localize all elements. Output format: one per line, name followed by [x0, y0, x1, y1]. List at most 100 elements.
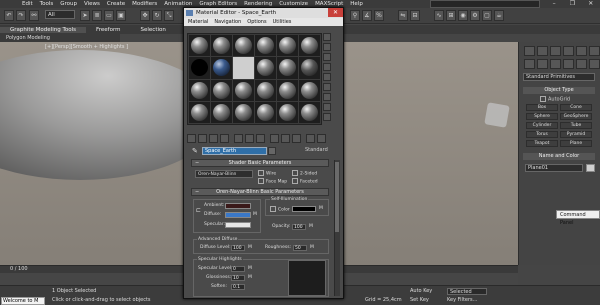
sample-slot[interactable] [233, 79, 254, 101]
ambient-color-swatch[interactable] [225, 203, 251, 209]
sample-slot[interactable] [299, 35, 320, 57]
diffuse-level-spinner[interactable]: 100 [231, 245, 245, 251]
material-editor-icon[interactable]: ◉ [458, 10, 468, 21]
make-unique-icon[interactable] [245, 134, 254, 143]
sphere-button[interactable]: Sphere [526, 113, 558, 120]
menu-group[interactable]: Group [60, 1, 77, 7]
material-name-dropdown[interactable] [268, 147, 276, 155]
hierarchy-tab-icon[interactable] [550, 46, 561, 56]
faceted-checkbox[interactable]: Faceted [292, 178, 318, 185]
ribbon-polygon-modeling[interactable]: Polygon Modeling [0, 34, 120, 42]
modify-tab-icon[interactable] [537, 46, 548, 56]
wire-checkbox[interactable]: Wire [258, 170, 276, 177]
backlight-icon[interactable] [323, 43, 331, 51]
sample-slot[interactable] [255, 79, 276, 101]
box-button[interactable]: Box [526, 104, 558, 111]
menu-views[interactable]: Views [84, 1, 100, 7]
sample-slot[interactable] [255, 101, 276, 123]
uv-tiling-icon[interactable] [323, 63, 331, 71]
rotate-icon[interactable]: ↻ [152, 10, 162, 21]
sample-slot[interactable] [255, 35, 276, 57]
auto-key-button[interactable]: Auto Key [410, 288, 432, 294]
select-by-name-icon[interactable]: ≣ [92, 10, 102, 21]
go-forward-sibling-icon[interactable] [317, 134, 326, 143]
maxscript-listener[interactable]: Welcome to M [1, 297, 45, 305]
lights-icon[interactable] [550, 59, 561, 69]
shader-dropdown[interactable]: Oren-Nayar-Blinn [195, 170, 253, 178]
self-illum-color-checkbox[interactable]: Color [270, 206, 290, 213]
pyramid-button[interactable]: Pyramid [560, 131, 592, 138]
sample-slot-selected[interactable] [233, 57, 254, 79]
systems-icon[interactable] [589, 59, 600, 69]
two-sided-checkbox[interactable]: 2-Sided [292, 170, 317, 177]
name-and-color-rollout[interactable]: Name and Color [523, 153, 595, 160]
reset-map-icon[interactable] [220, 134, 229, 143]
video-color-check-icon[interactable] [323, 73, 331, 81]
get-material-icon[interactable] [187, 134, 196, 143]
helpers-icon[interactable] [576, 59, 587, 69]
menu-modifiers[interactable]: Modifiers [132, 1, 157, 7]
sample-slot[interactable] [277, 79, 298, 101]
diffuse-color-swatch[interactable] [225, 212, 251, 218]
put-to-scene-icon[interactable] [198, 134, 207, 143]
snap-icon[interactable]: ⚲ [350, 10, 360, 21]
selection-filter-dropdown[interactable]: All [45, 10, 75, 19]
menu-edit[interactable]: Edit [22, 1, 33, 7]
cameras-icon[interactable] [563, 59, 574, 69]
mirror-icon[interactable]: ⇋ [398, 10, 408, 21]
render-setup-icon[interactable]: ⚙ [470, 10, 480, 21]
specular-level-spinner[interactable]: 0 [231, 266, 245, 272]
select-by-material-icon[interactable] [323, 103, 331, 111]
material-map-navigator-icon[interactable] [323, 113, 331, 121]
angle-snap-icon[interactable]: ∡ [362, 10, 372, 21]
shapes-icon[interactable] [537, 59, 548, 69]
align-icon[interactable]: ⊟ [410, 10, 420, 21]
sample-slot[interactable] [211, 35, 232, 57]
percent-snap-icon[interactable]: % [374, 10, 384, 21]
shader-basic-parameters-rollout[interactable]: − Shader Basic Parameters [191, 159, 329, 167]
scrollbar-thumb[interactable] [335, 162, 339, 232]
menu-create[interactable]: Create [107, 1, 125, 7]
undo-icon[interactable]: ↶ [4, 10, 14, 21]
background-icon[interactable] [323, 53, 331, 61]
plane-button[interactable]: Plane [560, 140, 592, 147]
sample-type-icon[interactable] [323, 33, 331, 41]
roughness-map-button[interactable]: M [310, 245, 314, 250]
menu-navigation[interactable]: Navigation [214, 18, 241, 26]
opacity-spinner[interactable]: 100 [292, 224, 306, 230]
diffuse-level-map-button[interactable]: M [248, 245, 252, 250]
soften-spinner[interactable]: 0.1 [231, 284, 245, 290]
sample-slot[interactable] [277, 57, 298, 79]
object-color-swatch[interactable] [586, 164, 595, 172]
self-illum-color-swatch[interactable] [292, 206, 316, 212]
link-icon[interactable]: ⚯ [29, 10, 39, 21]
sample-slot[interactable] [211, 79, 232, 101]
utilities-tab-icon[interactable] [589, 46, 600, 56]
diffuse-map-button[interactable]: M [253, 212, 257, 217]
make-preview-icon[interactable] [323, 83, 331, 91]
viewcube-icon[interactable] [484, 102, 510, 128]
render-frame-icon[interactable]: ▢ [482, 10, 492, 21]
select-icon[interactable]: ➤ [80, 10, 90, 21]
tube-button[interactable]: Tube [560, 122, 592, 129]
menu-material[interactable]: Material [188, 18, 208, 26]
copy-material-icon[interactable] [234, 134, 243, 143]
create-tab-icon[interactable] [524, 46, 535, 56]
material-name-field[interactable]: Space_Earth [202, 147, 267, 155]
options-icon[interactable] [323, 93, 331, 101]
geometry-icon[interactable] [524, 59, 535, 69]
sample-slot[interactable] [189, 79, 210, 101]
material-type-button[interactable]: Standard [305, 147, 328, 153]
glossiness-spinner[interactable]: 10 [231, 275, 245, 281]
viewport-label[interactable]: [+][Persp][Smooth + Highlights ] [45, 44, 128, 50]
menu-tools[interactable]: Tools [40, 1, 54, 7]
sample-slot[interactable] [211, 101, 232, 123]
primitive-type-dropdown[interactable]: Standard Primitives [523, 73, 595, 81]
sample-slot[interactable] [277, 101, 298, 123]
material-id-icon[interactable] [270, 134, 279, 143]
eyedropper-icon[interactable]: ✎ [192, 147, 198, 155]
opacity-map-button[interactable]: M [309, 224, 313, 229]
go-to-parent-icon[interactable] [306, 134, 315, 143]
sample-slot[interactable] [299, 101, 320, 123]
menu-options[interactable]: Options [247, 18, 266, 26]
